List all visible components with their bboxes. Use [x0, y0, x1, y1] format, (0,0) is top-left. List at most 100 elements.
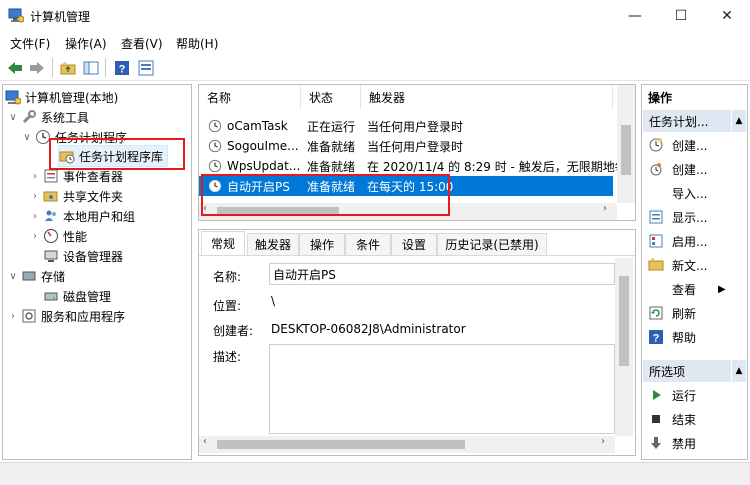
action-item[interactable]: 结束: [648, 409, 696, 429]
actions-section-selected[interactable]: 所选项: [643, 360, 731, 382]
action-item[interactable]: 启用...: [648, 231, 707, 251]
action-item[interactable]: ? 帮助: [648, 327, 696, 347]
table-row[interactable]: WpsUpdat... 准备就绪 在 2020/11/4 的 8:29 时 - …: [199, 156, 627, 176]
scrollbar-thumb[interactable]: [619, 276, 629, 366]
column-header-trigger[interactable]: 触发器: [361, 85, 613, 109]
scrollbar-thumb[interactable]: [621, 125, 631, 175]
import-icon: [648, 185, 664, 201]
task-status: 正在运行: [307, 119, 356, 134]
collapsed-chevron-icon[interactable]: ›: [29, 231, 41, 242]
menu-view[interactable]: 查看(V): [121, 35, 163, 52]
up-folder-icon[interactable]: [58, 58, 77, 77]
task-trigger: 在 2020/11/4 的 8:29 时 - 触发后，无限期地每: [367, 159, 627, 174]
forward-arrow-icon[interactable]: [27, 58, 46, 77]
properties-icon[interactable]: [136, 58, 155, 77]
action-label: 新文...: [672, 258, 708, 273]
action-item[interactable]: 新文...: [648, 255, 707, 275]
tree-item-performance[interactable]: › 性能: [29, 226, 87, 246]
close-button[interactable]: ✕: [704, 0, 750, 31]
action-item[interactable]: 创建...: [648, 159, 707, 179]
tab-triggers[interactable]: 触发器: [247, 233, 299, 255]
action-item[interactable]: 显示...: [648, 207, 707, 227]
highlight-box-task-library: [49, 138, 185, 170]
tree-item-disk-management[interactable]: 磁盘管理: [43, 286, 111, 306]
tree-label: 设备管理器: [63, 249, 124, 264]
tree-item-storage[interactable]: ∨ 存储: [7, 266, 65, 286]
action-item[interactable]: 刷新: [648, 303, 696, 323]
column-header-name[interactable]: 名称: [199, 85, 301, 109]
scrollbar-thumb[interactable]: [217, 440, 465, 449]
action-item[interactable]: 导入...: [648, 183, 707, 203]
location-label: 位置:: [213, 299, 242, 313]
help-icon[interactable]: ?: [112, 58, 131, 77]
actions-section-library[interactable]: 任务计划...: [643, 110, 731, 132]
expanded-chevron-icon[interactable]: ∨: [7, 271, 19, 282]
action-item[interactable]: 运行: [648, 385, 696, 405]
name-field[interactable]: 自动开启PS: [269, 263, 615, 285]
tree-label: 性能: [63, 229, 88, 244]
table-row[interactable]: oCamTask 正在运行 当任何用户登录时: [199, 116, 613, 136]
tab-history[interactable]: 历史记录(已禁用): [437, 233, 547, 255]
actions-header: 操作: [642, 86, 747, 108]
description-label: 描述:: [213, 350, 242, 364]
tree-item-local-users[interactable]: › 本地用户和组: [29, 206, 135, 226]
list-vertical-scrollbar[interactable]: [617, 85, 635, 203]
collapse-triangle-icon[interactable]: ▲: [732, 110, 746, 132]
tree-label: 存储: [41, 269, 66, 284]
scroll-right-icon[interactable]: ›: [601, 436, 605, 447]
location-value: \: [271, 294, 276, 308]
action-item[interactable]: 创建...: [648, 135, 707, 155]
submenu-arrow-icon: ▶: [718, 283, 726, 295]
menu-file[interactable]: 文件(F): [10, 35, 50, 52]
action-label: 显示...: [672, 210, 708, 225]
expanded-chevron-icon[interactable]: ∨: [7, 112, 19, 123]
tab-settings[interactable]: 设置: [391, 233, 437, 255]
task-clock-icon: [207, 118, 223, 134]
action-item-view[interactable]: 查看 ▶: [648, 279, 726, 299]
task-name: WpsUpdat...: [227, 159, 301, 173]
services-icon: [21, 308, 37, 324]
maximize-button[interactable]: ☐: [658, 0, 704, 31]
collapsed-chevron-icon[interactable]: ›: [7, 311, 19, 322]
show-hide-tree-icon[interactable]: [81, 58, 100, 77]
column-header-status[interactable]: 状态: [301, 85, 361, 109]
action-item[interactable]: 禁用: [648, 433, 696, 453]
table-row[interactable]: SogouIme... 准备就绪 当任何用户登录时: [199, 136, 613, 156]
task-details: 常规 触发器 操作 条件 设置 历史记录(已禁用) 名称: 自动开启PS 位置:…: [198, 229, 636, 456]
tab-conditions[interactable]: 条件: [345, 233, 391, 255]
tree-item-root[interactable]: 计算机管理(本地): [5, 87, 118, 107]
tree-label: 计算机管理(本地): [25, 90, 119, 105]
task-name: SogouIme...: [227, 139, 299, 153]
minimize-button[interactable]: —: [612, 0, 658, 31]
tree-item-services-apps[interactable]: › 服务和应用程序: [7, 306, 125, 326]
new-folder-icon: [648, 257, 664, 273]
menu-help[interactable]: 帮助(H): [176, 35, 218, 52]
computer-management-icon: [5, 89, 21, 105]
back-arrow-icon[interactable]: [5, 58, 24, 77]
tree-item-shared-folders[interactable]: › 共享文件夹: [29, 186, 123, 206]
collapsed-chevron-icon[interactable]: ›: [29, 171, 41, 182]
detail-horizontal-scrollbar[interactable]: ‹ ›: [199, 436, 615, 453]
expanded-chevron-icon[interactable]: ∨: [21, 132, 33, 143]
author-value: DESKTOP-06082J8\Administrator: [271, 322, 466, 336]
tab-actions[interactable]: 操作: [299, 233, 345, 255]
tree-label: 磁盘管理: [63, 289, 112, 304]
action-label: 结束: [672, 412, 697, 427]
action-label: 刷新: [672, 306, 697, 321]
collapsed-chevron-icon[interactable]: ›: [29, 191, 41, 202]
detail-vertical-scrollbar[interactable]: [615, 258, 633, 436]
scroll-right-icon[interactable]: ›: [603, 203, 607, 214]
task-status: 准备就绪: [307, 139, 356, 154]
collapsed-chevron-icon[interactable]: ›: [29, 211, 41, 222]
description-field[interactable]: [269, 344, 615, 434]
collapse-triangle-icon[interactable]: ▲: [732, 360, 746, 382]
action-label: 运行: [672, 388, 697, 403]
event-viewer-icon: [43, 168, 59, 184]
tab-general[interactable]: 常规: [201, 231, 245, 255]
tree-item-system-tools[interactable]: ∨ 系统工具: [7, 107, 89, 127]
scroll-left-icon[interactable]: ‹: [203, 436, 207, 447]
task-status: 准备就绪: [307, 159, 356, 174]
tree-item-device-manager[interactable]: 设备管理器: [43, 246, 123, 266]
menu-action[interactable]: 操作(A): [65, 35, 107, 52]
action-label: 帮助: [672, 330, 697, 345]
